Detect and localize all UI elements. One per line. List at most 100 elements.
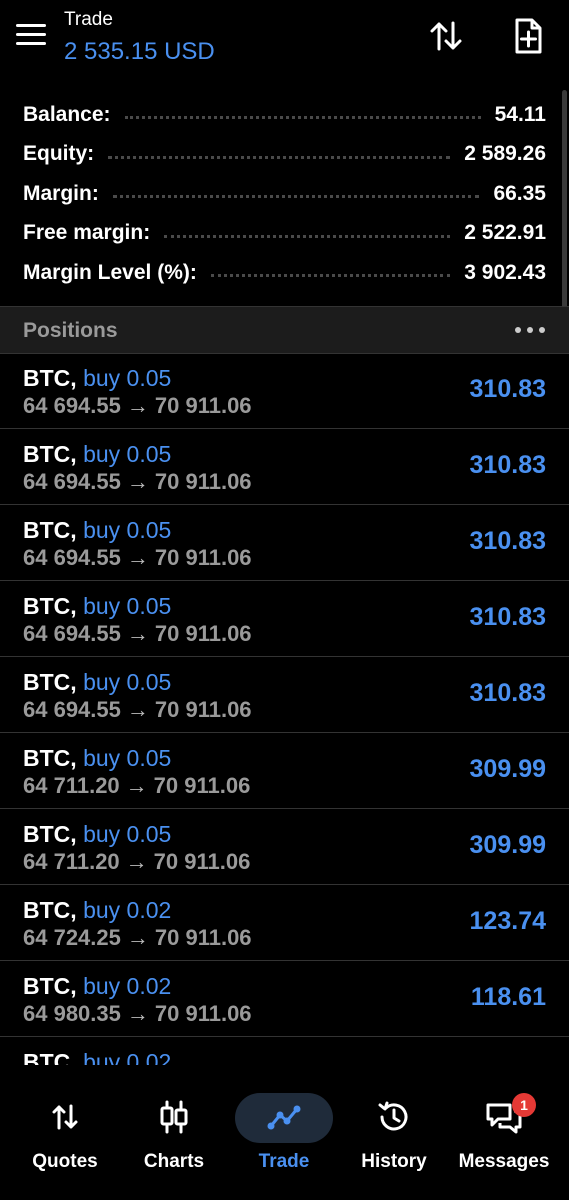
summary-value: 2 522.91 bbox=[464, 221, 546, 245]
open-price: 64 694.55 bbox=[23, 697, 121, 722]
position-symbol: BTC, bbox=[23, 973, 77, 999]
trade-line-icon bbox=[262, 1095, 306, 1139]
positions-section-header: Positions bbox=[0, 306, 569, 354]
position-profit: 310.83 bbox=[469, 451, 546, 479]
position-symbol: BTC, bbox=[23, 441, 77, 467]
summary-row-free-margin: Free margin: 2 522.91 bbox=[0, 214, 569, 254]
dotted-leader bbox=[210, 274, 451, 278]
open-price: 64 694.55 bbox=[23, 393, 121, 418]
open-price: 64 694.55 bbox=[23, 621, 121, 646]
nav-label: Trade bbox=[258, 1151, 310, 1172]
summary-value: 54.11 bbox=[494, 102, 546, 126]
current-price: 70 911.06 bbox=[154, 621, 252, 646]
position-symbol: BTC, bbox=[23, 365, 77, 391]
nav-label: History bbox=[361, 1151, 427, 1172]
right-arrow-icon: → bbox=[125, 849, 148, 874]
summary-row-margin-level: Margin Level (%): 3 902.43 bbox=[0, 253, 569, 293]
current-price: 70 911.06 bbox=[154, 925, 252, 950]
page-title: Trade bbox=[64, 9, 113, 30]
position-profit: 118.61 bbox=[470, 983, 546, 1011]
right-arrow-icon: → bbox=[126, 621, 149, 646]
position-side: buy 0.02 bbox=[83, 897, 172, 923]
position-side: buy 0.05 bbox=[83, 745, 172, 771]
right-arrow-icon: → bbox=[126, 925, 149, 950]
open-price: 64 711.20 bbox=[23, 773, 120, 798]
summary-row-equity: Equity: 2 589.26 bbox=[0, 135, 569, 175]
position-profit: 310.83 bbox=[469, 679, 546, 707]
position-symbol: BTC, bbox=[23, 517, 77, 543]
position-side: buy 0.05 bbox=[83, 441, 172, 467]
nav-quotes[interactable]: Quotes bbox=[10, 1085, 120, 1175]
nav-trade[interactable]: Trade bbox=[229, 1085, 339, 1175]
sort-button[interactable] bbox=[424, 14, 468, 58]
open-price: 64 724.25 bbox=[23, 925, 121, 950]
current-price: 70 911.06 bbox=[153, 773, 251, 798]
open-price: 64 711.20 bbox=[23, 849, 120, 874]
current-price: 70 911.06 bbox=[154, 697, 252, 722]
nav-label: Messages bbox=[458, 1151, 550, 1172]
position-profit: 310.83 bbox=[469, 375, 546, 403]
candlestick-chart-icon bbox=[152, 1095, 196, 1139]
open-price: 64 980.35 bbox=[23, 1001, 121, 1026]
position-row[interactable]: BTC, buy 0.02 64 724.25 → 70 911.06 123.74 bbox=[0, 885, 569, 961]
nav-label: Charts bbox=[143, 1151, 205, 1172]
position-profit: 123.74 bbox=[469, 907, 546, 935]
position-row[interactable]: BTC, buy 0.05 64 694.55 → 70 911.06 310.83 bbox=[0, 657, 569, 733]
position-side: buy 0.05 bbox=[83, 517, 172, 543]
position-profit: 310.83 bbox=[469, 603, 546, 631]
quotes-arrows-icon bbox=[43, 1095, 87, 1139]
position-row[interactable]: BTC, buy 0.05 64 694.55 → 70 911.06 310.83 bbox=[0, 429, 569, 505]
nav-charts[interactable]: Charts bbox=[119, 1085, 229, 1175]
position-row[interactable]: BTC, buy 0.05 64 694.55 → 70 911.06 310.83 bbox=[0, 353, 569, 429]
current-price: 70 911.06 bbox=[154, 545, 252, 570]
account-summary: Balance: 54.11 Equity: 2 589.26 Margin: … bbox=[0, 95, 569, 293]
new-order-button[interactable] bbox=[506, 14, 550, 58]
summary-value: 66.35 bbox=[493, 181, 546, 205]
new-document-icon bbox=[515, 18, 542, 54]
summary-label: Equity: bbox=[23, 142, 95, 166]
position-row[interactable]: BTC, buy 0.02 bbox=[0, 1037, 569, 1065]
history-clock-icon bbox=[372, 1095, 416, 1139]
nav-messages[interactable]: 1 Messages bbox=[449, 1085, 559, 1175]
position-symbol: BTC, bbox=[23, 1049, 77, 1065]
app-header: Trade 2 535.15 USD bbox=[0, 0, 569, 90]
position-row[interactable]: BTC, buy 0.05 64 694.55 → 70 911.06 310.83 bbox=[0, 581, 569, 657]
position-symbol: BTC, bbox=[23, 821, 77, 847]
nav-history[interactable]: History bbox=[339, 1085, 449, 1175]
right-arrow-icon: → bbox=[126, 1001, 149, 1026]
sort-arrows-icon bbox=[430, 21, 462, 51]
current-price: 70 911.06 bbox=[154, 393, 252, 418]
messages-chat-icon: 1 bbox=[482, 1093, 536, 1139]
position-symbol: BTC, bbox=[23, 745, 77, 771]
current-price: 70 911.06 bbox=[153, 849, 251, 874]
dotted-leader bbox=[112, 195, 480, 199]
summary-row-margin: Margin: 66.35 bbox=[0, 174, 569, 214]
right-arrow-icon: → bbox=[126, 545, 149, 570]
position-row[interactable]: BTC, buy 0.05 64 711.20 → 70 911.06 309.99 bbox=[0, 809, 569, 885]
dotted-leader bbox=[108, 155, 451, 159]
summary-label: Margin: bbox=[23, 181, 99, 205]
position-side: buy 0.02 bbox=[83, 973, 172, 999]
summary-value: 3 902.43 bbox=[464, 260, 546, 284]
right-arrow-icon: → bbox=[126, 697, 149, 722]
dotted-leader bbox=[124, 116, 481, 120]
nav-label: Quotes bbox=[32, 1151, 98, 1172]
summary-label: Balance: bbox=[23, 102, 111, 126]
position-profit: 309.99 bbox=[469, 831, 546, 859]
position-row[interactable]: BTC, buy 0.02 64 980.35 → 70 911.06 118.61 bbox=[0, 961, 569, 1037]
position-side: buy 0.05 bbox=[83, 669, 172, 695]
right-arrow-icon: → bbox=[125, 773, 148, 798]
position-row[interactable]: BTC, buy 0.05 64 694.55 → 70 911.06 310.83 bbox=[0, 505, 569, 581]
position-row[interactable]: BTC, buy 0.05 64 711.20 → 70 911.06 309.99 bbox=[0, 733, 569, 809]
position-side: buy 0.05 bbox=[83, 593, 172, 619]
positions-title: Positions bbox=[23, 319, 118, 342]
position-symbol: BTC, bbox=[23, 669, 77, 695]
current-price: 70 911.06 bbox=[154, 1001, 252, 1026]
dotted-leader bbox=[164, 234, 451, 238]
positions-list[interactable]: BTC, buy 0.05 64 694.55 → 70 911.06 310.83… bbox=[0, 353, 569, 1065]
position-symbol: BTC, bbox=[23, 897, 77, 923]
summary-value: 2 589.26 bbox=[464, 142, 546, 166]
position-profit: 309.99 bbox=[469, 755, 546, 783]
more-options-icon[interactable] bbox=[515, 323, 545, 337]
hamburger-menu-icon[interactable] bbox=[16, 24, 46, 48]
